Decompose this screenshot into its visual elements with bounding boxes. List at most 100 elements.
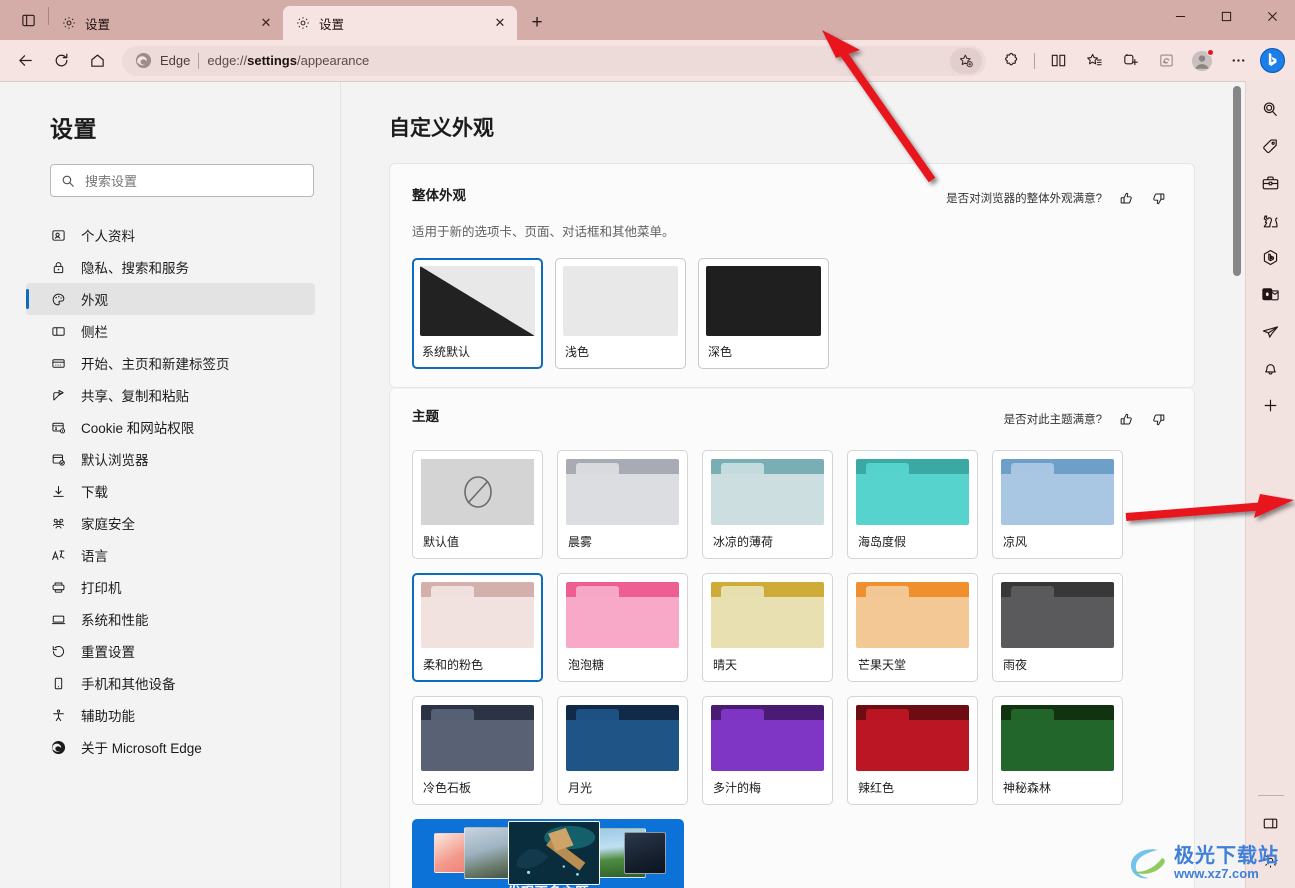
sidebar-item-default-browser[interactable]: 默认浏览器 (26, 443, 315, 475)
theme-card[interactable]: 晴天 (702, 573, 833, 682)
theme-thumb-body (566, 597, 679, 648)
sidebar-item-cookies[interactable]: Cookie 和网站权限 (26, 411, 315, 443)
copilot-icon[interactable] (1257, 46, 1287, 76)
sidebar-item-privacy[interactable]: 隐私、搜索和服务 (26, 251, 315, 283)
theme-card[interactable]: 芒果天堂 (847, 573, 978, 682)
shopping-tag-icon[interactable] (1253, 128, 1289, 164)
games-icon[interactable] (1253, 202, 1289, 238)
sidebar-item-label: 下载 (81, 485, 108, 500)
sidebar-item-family-safety[interactable]: 家庭安全 (26, 507, 315, 539)
sidebar-item-profile[interactable]: 个人资料 (26, 219, 315, 251)
theme-thumb-body (1001, 720, 1114, 771)
theme-card[interactable]: 晨雾 (557, 450, 688, 559)
sidebar-item-about-edge[interactable]: 关于 Microsoft Edge (26, 731, 315, 763)
theme-card[interactable]: 凉风 (992, 450, 1123, 559)
split-screen-icon[interactable] (1041, 46, 1075, 76)
add-sidebar-app-icon[interactable] (1253, 387, 1289, 423)
scrollbar-thumb[interactable] (1233, 86, 1241, 276)
edge-logo-icon (50, 739, 67, 756)
sidebar-item-downloads[interactable]: 下载 (26, 475, 315, 507)
appearance-mode-card-light[interactable]: 浅色 (555, 258, 686, 369)
sidebar-item-reset-settings[interactable]: 重置设置 (26, 635, 315, 667)
theme-thumb-tab (1011, 586, 1055, 597)
close-icon[interactable]: ✕ (257, 14, 275, 32)
content-scrollbar[interactable] (1231, 82, 1243, 888)
theme-thumb-body (1001, 474, 1114, 525)
minimize-button[interactable] (1157, 0, 1203, 32)
new-tab-button[interactable]: + (521, 8, 553, 38)
extensions-icon[interactable] (994, 46, 1028, 76)
favorites-icon[interactable] (1077, 46, 1111, 76)
outlook-icon[interactable] (1253, 276, 1289, 312)
overall-section-title: 整体外观 (412, 188, 466, 203)
drop-icon[interactable] (1253, 313, 1289, 349)
theme-card[interactable]: 柔和的粉色 (412, 573, 543, 682)
theme-card[interactable]: 冷色石板 (412, 696, 543, 805)
theme-grid: 默认值 晨雾 冰凉的薄荷 海岛度假 凉风柔和的粉色 泡泡糖 晴天 芒果天堂 雨夜冷色石板 月光 多汁… (412, 450, 1172, 805)
maximize-button[interactable] (1203, 0, 1249, 32)
theme-card[interactable]: 默认值 (412, 450, 543, 559)
theme-thumb-body (421, 597, 534, 648)
add-favorite-icon[interactable] (950, 47, 982, 74)
appearance-mode-card-dark[interactable]: 深色 (698, 258, 829, 369)
refresh-button[interactable] (44, 46, 78, 76)
sidebar-item-appearance[interactable]: 外观 (26, 283, 315, 315)
theme-thumb-body (856, 720, 969, 771)
close-icon[interactable]: ✕ (491, 14, 509, 32)
home-button[interactable] (80, 46, 114, 76)
banner-thumb-5 (624, 832, 666, 874)
collections-icon[interactable] (1113, 46, 1147, 76)
navigation-toolbar: Edge edge://settings/appearance (0, 40, 1295, 81)
search-icon[interactable] (1253, 91, 1289, 127)
search-input[interactable]: 搜索设置 (50, 164, 314, 197)
address-bar[interactable]: Edge edge://settings/appearance (122, 45, 986, 76)
browser-tab-1[interactable]: 设置 ✕ (49, 6, 283, 40)
theme-card[interactable]: 冰凉的薄荷 (702, 450, 833, 559)
profile-icon[interactable] (1185, 46, 1219, 76)
bing-image-creator-icon[interactable] (1253, 239, 1289, 275)
appearance-mode-card-system[interactable]: 系统默认 (412, 258, 543, 369)
sidebar-item-system-performance[interactable]: 系统和性能 (26, 603, 315, 635)
theme-thumb-topbar (566, 705, 679, 720)
edge-browser-window: 设置 ✕ 设置 ✕ + Edge edge://settings/appeara… (0, 0, 1295, 888)
tools-icon[interactable] (1253, 165, 1289, 201)
settings-content: 自定义外观 整体外观 是否对浏览器的整体外观满意? 适用于新的选项卡、页面、对话… (341, 82, 1245, 888)
theme-card[interactable]: 雨夜 (992, 573, 1123, 682)
sidebar-item-printers[interactable]: 打印机 (26, 571, 315, 603)
thumbs-up-icon[interactable] (1112, 405, 1140, 433)
more-icon[interactable] (1221, 46, 1255, 76)
theme-card[interactable]: 多汁的梅 (702, 696, 833, 805)
sidebar-item-languages[interactable]: 语言 (26, 539, 315, 571)
address-url[interactable]: edge://settings/appearance (207, 53, 942, 68)
ie-mode-icon[interactable] (1149, 46, 1183, 76)
sidebar-item-phone-other-devices[interactable]: 手机和其他设备 (26, 667, 315, 699)
theme-card[interactable]: 月光 (557, 696, 688, 805)
sidebar-item-label: Cookie 和网站权限 (81, 421, 195, 436)
discover-more-themes-banner[interactable]: 发现更多主题 (412, 819, 684, 888)
close-button[interactable] (1249, 0, 1295, 32)
browser-tab-2[interactable]: 设置 ✕ (283, 6, 517, 40)
theme-card[interactable]: 神秘森林 (992, 696, 1123, 805)
overall-feedback-text: 是否对浏览器的整体外观满意? (946, 193, 1102, 205)
toggle-sidebar-icon[interactable] (1253, 805, 1289, 841)
notification-bell-icon[interactable] (1253, 350, 1289, 386)
sidebar-item-share-copy-paste[interactable]: 共享、复制和粘贴 (26, 379, 315, 411)
palette-icon (50, 291, 67, 308)
sidebar-item-accessibility[interactable]: 辅助功能 (26, 699, 315, 731)
thumbs-down-icon[interactable] (1144, 405, 1172, 433)
theme-card[interactable]: 泡泡糖 (557, 573, 688, 682)
theme-thumb-body (566, 474, 679, 525)
thumbs-up-icon[interactable] (1112, 184, 1140, 212)
sidebar-item-sidebar[interactable]: 侧栏 (26, 315, 315, 347)
sidebar-item-label: 共享、复制和粘贴 (81, 389, 189, 404)
back-button[interactable] (8, 46, 42, 76)
thumbs-down-icon[interactable] (1144, 184, 1172, 212)
theme-card[interactable]: 辣红色 (847, 696, 978, 805)
tab-title: 设置 (319, 17, 345, 32)
phone-icon (50, 675, 67, 692)
sidebar-item-start-home-newtab[interactable]: 开始、主页和新建标签页 (26, 347, 315, 379)
theme-card[interactable]: 海岛度假 (847, 450, 978, 559)
theme-thumb-tab (721, 586, 765, 597)
edge-sidebar (1245, 81, 1295, 888)
tab-search-icon[interactable] (8, 0, 48, 40)
